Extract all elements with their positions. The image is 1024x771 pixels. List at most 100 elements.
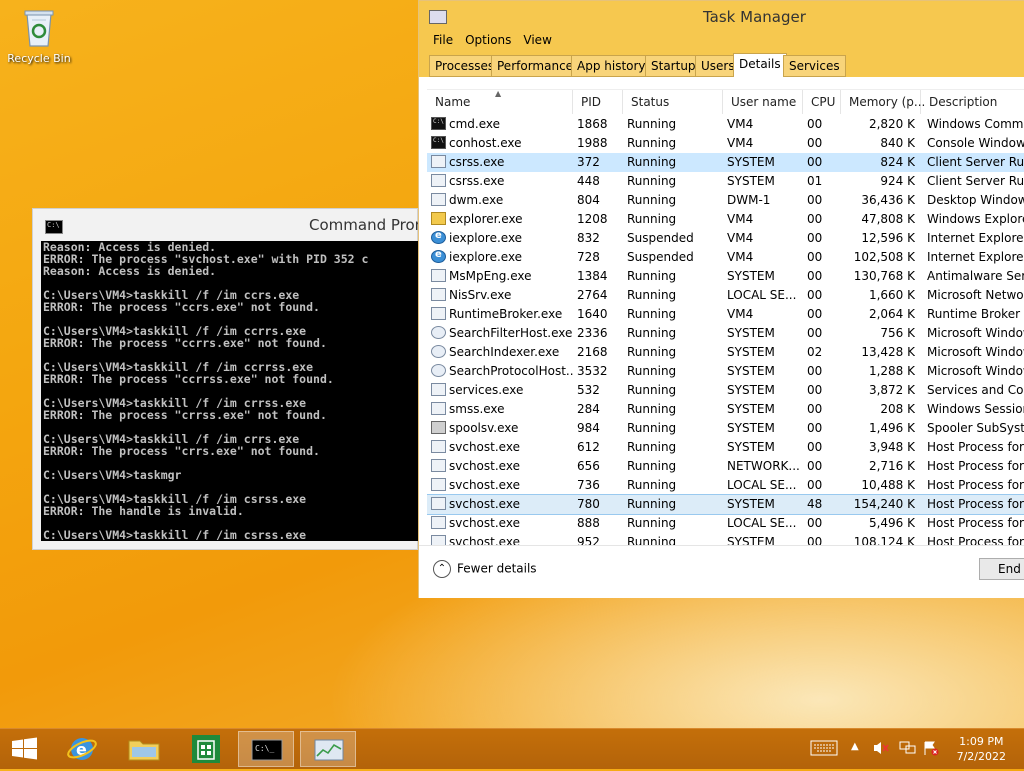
table-row[interactable]: NisSrv.exe 2764 Running LOCAL SE... 00 1,660 …	[427, 286, 1024, 305]
column-header-pid[interactable]: PID	[573, 90, 623, 114]
window-process-icon	[431, 269, 446, 282]
process-name: RuntimeBroker.exe	[449, 307, 563, 321]
process-cpu: 00	[807, 212, 823, 226]
process-user: LOCAL SE...	[727, 288, 797, 302]
tab-details[interactable]: Details	[733, 53, 787, 77]
cmd-titlebar[interactable]: C:\ Command Prompt	[33, 209, 445, 241]
table-row[interactable]: spoolsv.exe 984 Running SYSTEM 00 1,496 K Spoo…	[427, 419, 1024, 438]
taskbar-file-explorer[interactable]	[116, 731, 172, 767]
table-row[interactable]: svchost.exe 888 Running LOCAL SE... 00 5,496 …	[427, 514, 1024, 533]
tab-processes[interactable]: Processes	[429, 55, 501, 77]
process-pid: 780	[577, 497, 600, 511]
column-header-description[interactable]: Description	[921, 90, 1024, 114]
process-description: Services and Contr	[927, 383, 1024, 397]
table-row[interactable]: SearchFilterHost.exe 2336 Running SYSTEM 00 7…	[427, 324, 1024, 343]
table-row[interactable]: iexplore.exe 832 Suspended VM4 00 12,596 K Int…	[427, 229, 1024, 248]
table-row[interactable]: explorer.exe 1208 Running VM4 00 47,808 K Wind…	[427, 210, 1024, 229]
process-pid: 612	[577, 440, 600, 454]
taskbar-task-manager[interactable]	[300, 731, 356, 767]
process-status: Running	[627, 136, 677, 150]
table-row[interactable]: svchost.exe 612 Running SYSTEM 00 3,948 K Host…	[427, 438, 1024, 457]
table-row[interactable]: csrss.exe 372 Running SYSTEM 00 824 K Client S…	[427, 153, 1024, 172]
task-manager-titlebar[interactable]: Task Manager	[419, 1, 1024, 31]
process-user: VM4	[727, 136, 754, 150]
process-status: Running	[627, 269, 677, 283]
table-row[interactable]: SearchIndexer.exe 2168 Running SYSTEM 02 13,4…	[427, 343, 1024, 362]
action-center-flag-icon[interactable]	[922, 740, 940, 759]
console-output[interactable]: Reason: Access is denied. ERROR: The proc…	[41, 241, 418, 541]
process-cpu: 00	[807, 459, 823, 473]
network-icon[interactable]	[898, 740, 916, 759]
process-memory: 824 K	[880, 155, 915, 169]
task-manager-icon	[314, 739, 344, 761]
touch-keyboard-icon[interactable]	[810, 740, 838, 759]
process-memory: 154,240 K	[853, 497, 915, 511]
column-header-user[interactable]: User name	[723, 90, 803, 114]
menu-view[interactable]: View	[517, 31, 557, 53]
table-row[interactable]: csrss.exe 448 Running SYSTEM 01 924 K Client S…	[427, 172, 1024, 191]
process-user: LOCAL SE...	[727, 516, 797, 530]
folder-process-icon	[431, 212, 446, 225]
show-hidden-icons-chevron-icon[interactable]: ▲	[851, 741, 859, 752]
process-description: Desktop Window M	[927, 193, 1024, 207]
internet-explorer-icon: e	[67, 738, 97, 760]
menu-options[interactable]: Options	[459, 31, 517, 53]
table-row[interactable]: RuntimeBroker.exe 1640 Running VM4 00 2,064 K…	[427, 305, 1024, 324]
column-header-status[interactable]: Status	[623, 90, 723, 114]
process-name: cmd.exe	[449, 117, 501, 131]
process-user: SYSTEM	[727, 497, 775, 511]
process-cpu: 00	[807, 402, 823, 416]
start-button[interactable]	[0, 731, 50, 767]
process-pid: 1868	[577, 117, 608, 131]
process-cpu: 00	[807, 193, 823, 207]
table-row[interactable]: smss.exe 284 Running SYSTEM 00 208 K Windows S…	[427, 400, 1024, 419]
console-line: ERROR: The process "ccrrss.exe" not foun…	[43, 372, 334, 386]
process-description: Windows Session I	[927, 402, 1024, 416]
table-row[interactable]: SearchProtocolHost.... 3532 Running SYSTEM 0…	[427, 362, 1024, 381]
tab-app-history[interactable]: App history	[571, 55, 652, 77]
table-row[interactable]: svchost.exe 780 Running SYSTEM 48 154,240 K Ho…	[427, 494, 1024, 515]
table-row[interactable]: svchost.exe 736 Running LOCAL SE... 00 10,488…	[427, 476, 1024, 495]
process-cpu: 00	[807, 250, 823, 264]
search-process-icon	[431, 364, 446, 377]
table-row[interactable]: iexplore.exe 728 Suspended VM4 00 102,508 K In…	[427, 248, 1024, 267]
table-row[interactable]: services.exe 532 Running SYSTEM 00 3,872 K Ser…	[427, 381, 1024, 400]
recycle-bin-shortcut[interactable]: Recycle Bin	[4, 6, 74, 65]
end-task-button[interactable]: End t	[979, 558, 1024, 580]
console-icon: C:\	[45, 220, 63, 234]
menu-bar: File Options View	[419, 31, 1024, 53]
command-prompt-window[interactable]: C:\ Command Prompt Reason: Access is den…	[32, 208, 445, 550]
process-user: SYSTEM	[727, 440, 775, 454]
table-row[interactable]: dwm.exe 804 Running DWM-1 00 36,436 K Desktop …	[427, 191, 1024, 210]
printer-process-icon	[431, 421, 446, 434]
taskbar-command-prompt[interactable]: C:\_	[238, 731, 294, 767]
tab-services[interactable]: Services	[783, 55, 846, 77]
process-description: Microsoft Network	[927, 288, 1024, 302]
table-row[interactable]: svchost.exe 656 Running NETWORK... 00 2,716 K…	[427, 457, 1024, 476]
volume-muted-icon[interactable]	[872, 740, 890, 759]
process-memory: 130,768 K	[853, 269, 915, 283]
taskbar-internet-explorer[interactable]: e	[54, 731, 110, 767]
task-manager-window[interactable]: Task Manager File Options View Processes…	[418, 0, 1024, 598]
process-name: spoolsv.exe	[449, 421, 519, 435]
process-name: explorer.exe	[449, 212, 523, 226]
column-header-memory[interactable]: Memory (p...	[841, 90, 925, 114]
column-header-cpu[interactable]: CPU	[803, 90, 841, 114]
taskbar-store[interactable]	[178, 731, 234, 767]
process-cpu: 48	[807, 497, 823, 511]
menu-file[interactable]: File	[427, 31, 459, 53]
fewer-details-button[interactable]: ⌃ Fewer details	[433, 560, 537, 578]
tab-startup[interactable]: Startup	[645, 55, 702, 77]
table-row[interactable]: cmd.exe 1868 Running VM4 00 2,820 K Windows Co…	[427, 115, 1024, 134]
table-row[interactable]: conhost.exe 1988 Running VM4 00 840 K Console …	[427, 134, 1024, 153]
process-memory: 3,948 K	[868, 440, 915, 454]
process-memory: 1,660 K	[868, 288, 915, 302]
window-process-icon	[431, 516, 446, 529]
store-icon	[192, 735, 220, 763]
process-status: Running	[627, 288, 677, 302]
process-user: VM4	[727, 117, 754, 131]
table-row[interactable]: MsMpEng.exe 1384 Running SYSTEM 00 130,768 K A…	[427, 267, 1024, 286]
tab-performance[interactable]: Performance	[491, 55, 580, 77]
system-clock[interactable]: 1:09 PM 7/2/2022	[957, 734, 1006, 764]
process-memory: 1,288 K	[868, 364, 915, 378]
